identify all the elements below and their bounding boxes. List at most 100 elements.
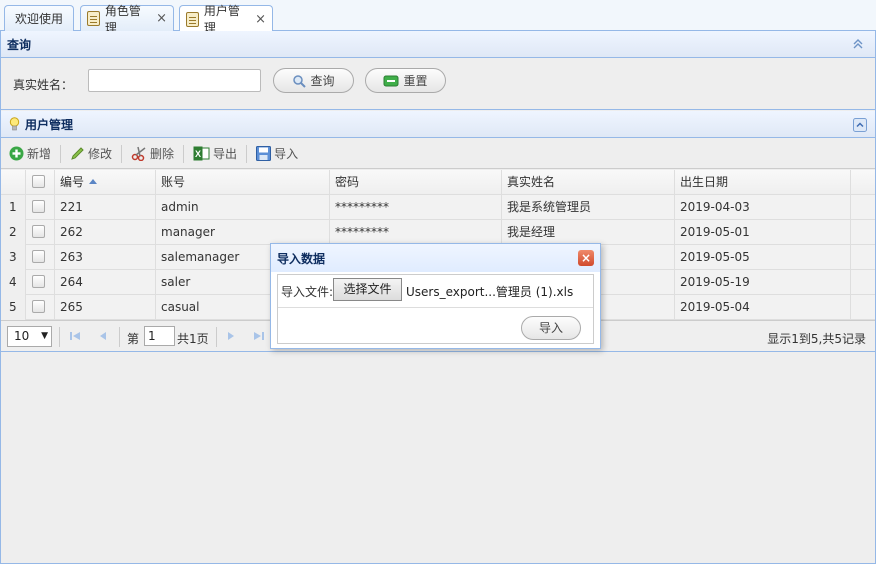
cell-account: admin <box>156 195 330 220</box>
sort-asc-icon <box>89 179 98 184</box>
column-header-birthday[interactable]: 出生日期 <box>675 170 851 195</box>
import-label: 导入 <box>274 147 299 161</box>
last-page-icon[interactable] <box>253 330 265 342</box>
prev-page-icon[interactable] <box>97 330 109 342</box>
edit-button[interactable]: 修改 <box>70 145 112 162</box>
collapse-icon[interactable] <box>853 118 867 132</box>
row-number: 2 <box>1 220 26 245</box>
pager-divider <box>119 327 120 347</box>
toolbar-divider <box>246 144 248 163</box>
column-header-account[interactable]: 账号 <box>156 170 330 195</box>
row-checkbox[interactable] <box>32 250 45 263</box>
close-icon[interactable]: × <box>255 12 266 27</box>
column-header-id[interactable]: 编号 <box>55 170 156 195</box>
delete-button[interactable]: 删除 <box>131 145 174 162</box>
toolbar-divider <box>183 144 185 163</box>
pager-info: 显示1到5,共5记录 <box>767 332 866 346</box>
cell-birthday: 2019-05-01 <box>675 220 851 245</box>
row-select-cell <box>26 220 55 245</box>
first-page-icon[interactable] <box>69 330 81 342</box>
cell-id: 265 <box>55 295 156 320</box>
row-checkbox[interactable] <box>32 225 45 238</box>
cell-birthday: 2019-05-04 <box>675 295 851 320</box>
dialog-title-bar: 导入数据 × <box>271 244 600 272</box>
table-row[interactable]: 1 221 admin ********* 我是系统管理员 2019-04-03 <box>1 195 875 220</box>
add-button[interactable]: 新增 <box>9 145 51 162</box>
realname-label: 真实姓名： <box>13 78 74 92</box>
grid-header-row: 编号 账号 密码 真实姓名 出生日期 <box>1 170 875 195</box>
selected-file-name: Users_export...管理员 (1).xls <box>406 285 574 299</box>
row-checkbox[interactable] <box>32 275 45 288</box>
row-checkbox[interactable] <box>32 300 45 313</box>
import-button[interactable]: 导入 <box>256 145 298 162</box>
close-icon[interactable]: × <box>156 11 167 26</box>
select-all-checkbox[interactable] <box>32 175 45 188</box>
cell-birthday: 2019-05-05 <box>675 245 851 270</box>
tab-user-management[interactable]: 用户管理 × <box>179 4 273 35</box>
delete-label: 删除 <box>150 147 175 161</box>
row-select-cell <box>26 195 55 220</box>
query-panel-title: 查询 <box>7 37 32 52</box>
column-header-realname[interactable]: 真实姓名 <box>502 170 675 195</box>
cell-birthday: 2019-04-03 <box>675 195 851 220</box>
row-number: 1 <box>1 195 26 220</box>
close-icon[interactable]: × <box>578 250 594 266</box>
row-number: 5 <box>1 295 26 320</box>
choose-file-button[interactable]: 选择文件 <box>333 278 402 301</box>
file-row: 导入文件: 选择文件 Users_export...管理员 (1).xls <box>278 275 593 308</box>
row-number: 3 <box>1 245 26 270</box>
page-number-input[interactable]: 1 <box>144 326 175 346</box>
page-size-select[interactable]: 10 ▼ <box>7 326 52 347</box>
select-all-cell <box>26 170 55 195</box>
reset-label: 重置 <box>403 74 428 88</box>
file-label: 导入文件: <box>281 285 334 299</box>
chevron-down-icon: ▼ <box>41 331 48 341</box>
next-page-icon[interactable] <box>225 330 237 342</box>
column-label: 密码 <box>335 175 360 189</box>
toolbar: 新增 修改 删除 X 导出 导入 <box>1 139 875 169</box>
cell-password: ********* <box>330 195 502 220</box>
row-checkbox[interactable] <box>32 200 45 213</box>
cell-realname: 我是经理 <box>502 220 675 245</box>
scissors-icon <box>131 146 146 161</box>
svg-text:X: X <box>195 149 201 159</box>
import-dialog: 导入数据 × 导入文件: 选择文件 Users_export...管理员 (1)… <box>270 243 601 349</box>
realname-input[interactable] <box>88 69 261 92</box>
column-label: 真实姓名 <box>507 175 556 189</box>
collapse-icon[interactable] <box>851 37 865 51</box>
cell-id: 264 <box>55 270 156 295</box>
reset-icon <box>383 75 399 86</box>
query-panel-header: 查询 <box>1 31 875 58</box>
row-select-cell <box>26 295 55 320</box>
edit-label: 修改 <box>88 147 113 161</box>
import-submit-button[interactable]: 导入 <box>521 316 581 340</box>
user-panel-header: 用户管理 <box>1 111 875 138</box>
rownum-header <box>1 170 26 195</box>
column-header-password[interactable]: 密码 <box>330 170 502 195</box>
cell-id: 263 <box>55 245 156 270</box>
table-row[interactable]: 2 262 manager ********* 我是经理 2019-05-01 <box>1 220 875 245</box>
tab-label: 欢迎使用 <box>14 12 63 26</box>
tab-welcome[interactable]: 欢迎使用 <box>4 5 74 31</box>
column-label: 账号 <box>161 175 186 189</box>
row-number: 4 <box>1 270 26 295</box>
search-icon <box>293 74 307 88</box>
save-icon <box>256 146 272 161</box>
pager-divider <box>216 327 217 347</box>
cell-password: ********* <box>330 220 502 245</box>
toolbar-divider <box>121 144 123 163</box>
export-label: 导出 <box>213 147 238 161</box>
pencil-icon <box>71 147 84 160</box>
user-panel-title: 用户管理 <box>25 117 74 132</box>
tab-role-management[interactable]: 角色管理 × <box>80 4 174 35</box>
page-prefix: 第 <box>127 332 140 346</box>
column-label: 编号 <box>60 175 85 189</box>
search-label: 查询 <box>310 74 335 88</box>
query-form: 真实姓名： 查询 重置 <box>1 59 875 110</box>
reset-button[interactable]: 重置 <box>365 68 446 93</box>
tab-bar: 欢迎使用 角色管理 × 用户管理 × <box>0 0 876 35</box>
export-button[interactable]: X 导出 <box>193 145 237 162</box>
dialog-title: 导入数据 <box>277 251 326 266</box>
row-select-cell <box>26 245 55 270</box>
search-button[interactable]: 查询 <box>273 68 354 93</box>
